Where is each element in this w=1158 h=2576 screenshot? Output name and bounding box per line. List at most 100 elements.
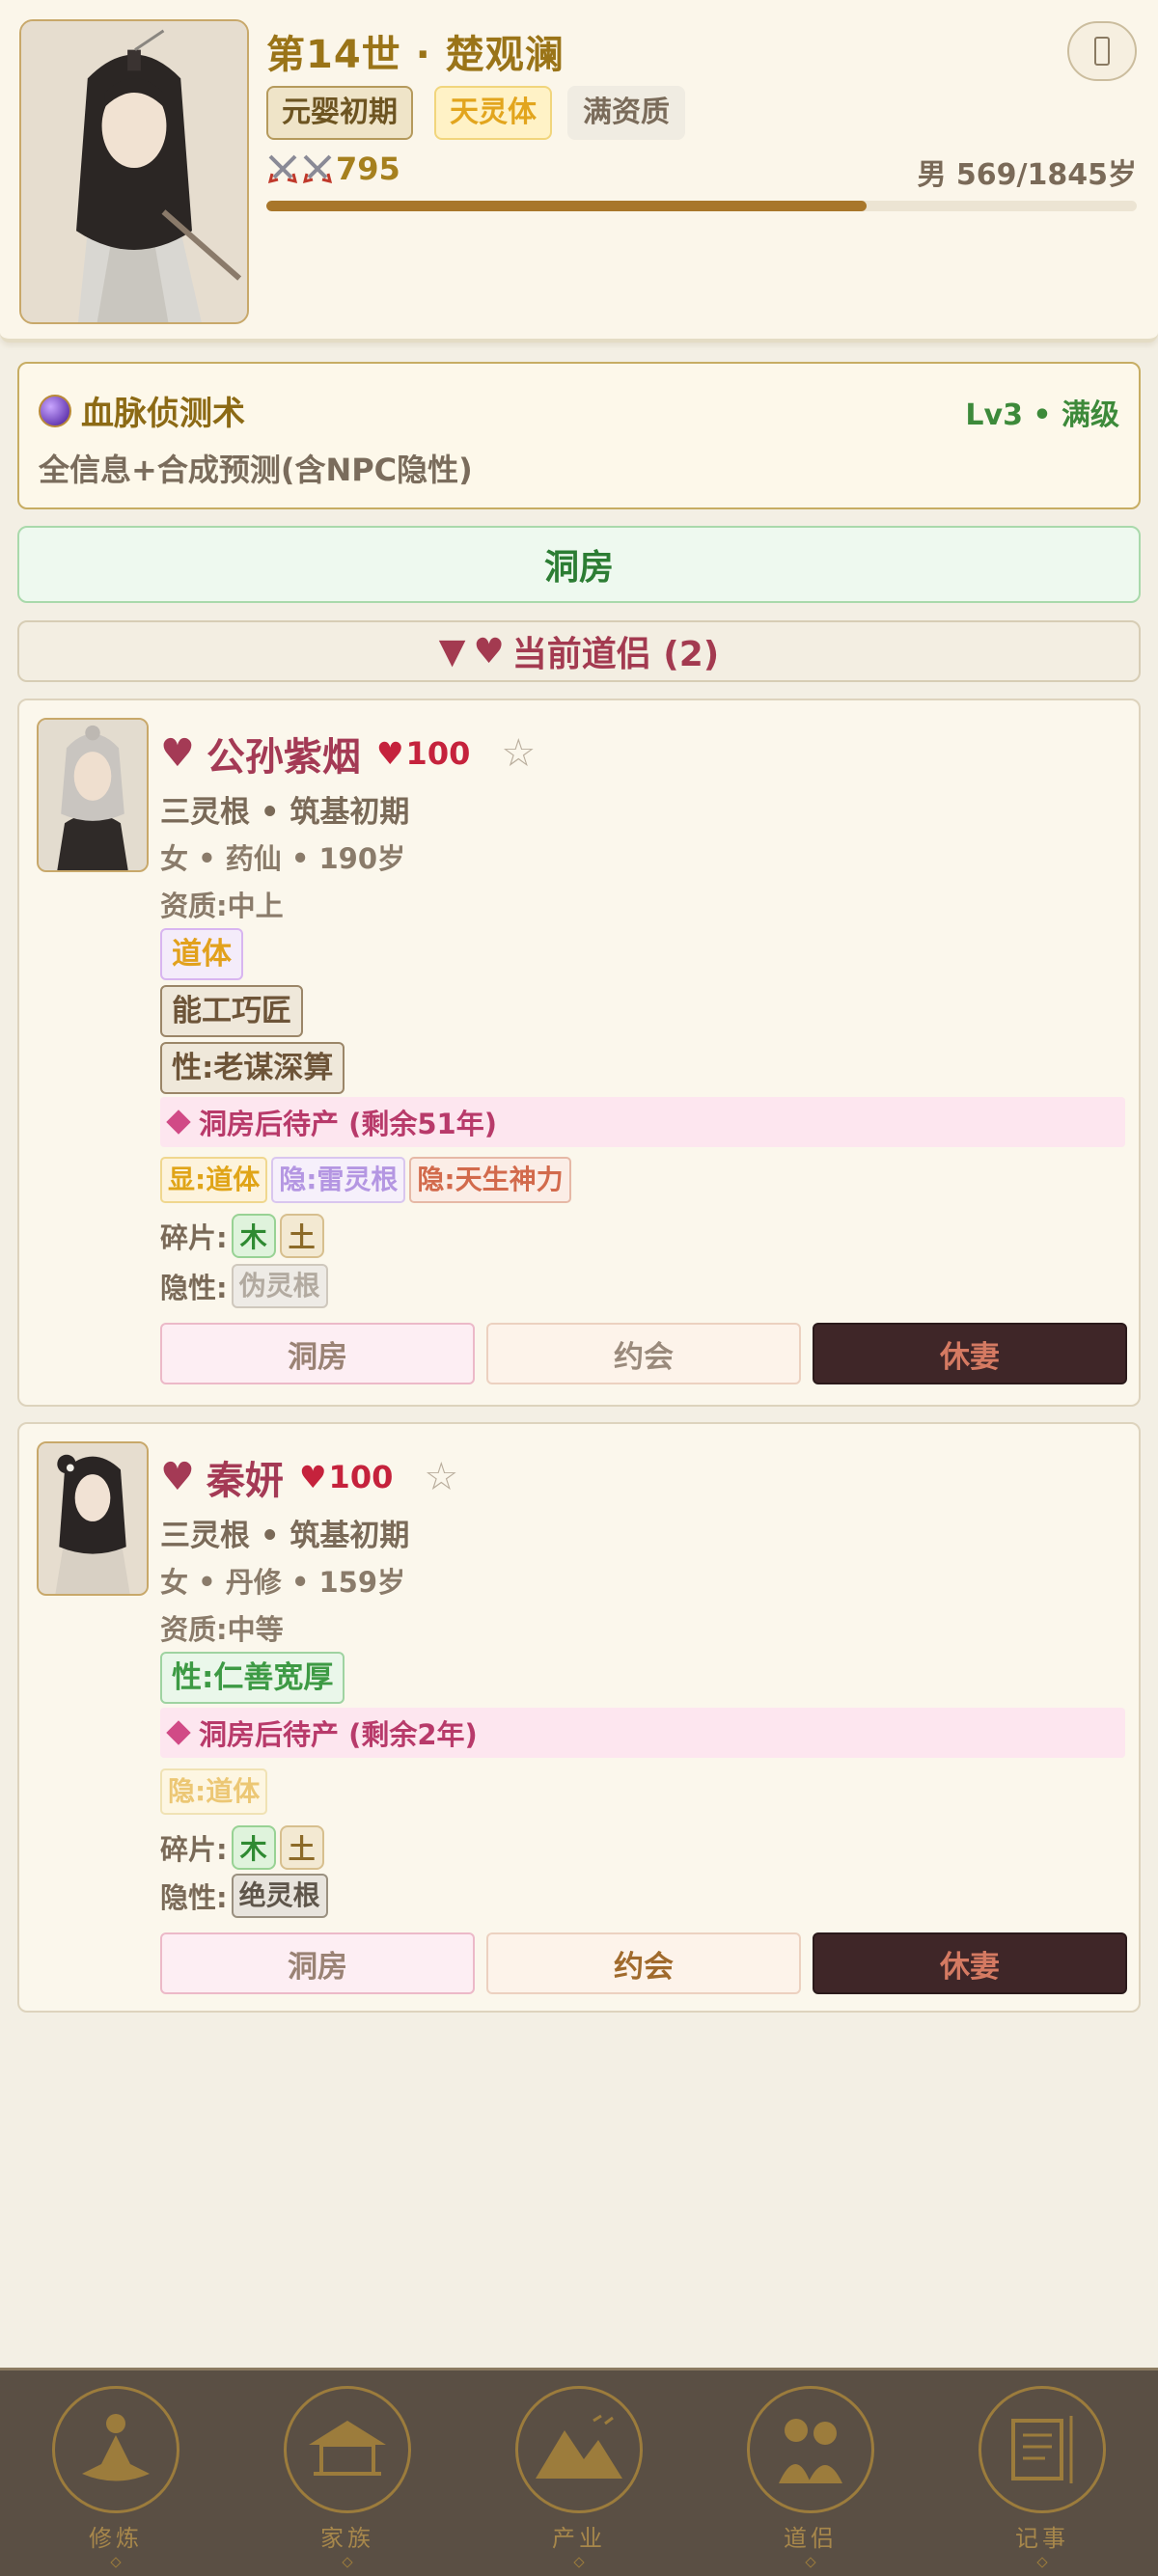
affection: ♥ 100: [376, 735, 470, 772]
hidden-root-badge: 伪灵根: [231, 1264, 328, 1308]
hero-portrait[interactable]: [19, 19, 249, 324]
skill-panel: 血脉侦测术 Lv3 • 满级 全信息+合成预测(含NPC隐性): [17, 362, 1141, 509]
skill-level: Lv3 • 满级: [965, 398, 1119, 432]
crystal-orb-icon: [39, 394, 71, 427]
partner-actions: 洞房 约会 休妻: [160, 1932, 1127, 1994]
pregnancy-status-text: 洞房后待产 (剩余2年): [199, 1718, 478, 1751]
body-type-badge: 天灵体: [434, 86, 552, 140]
pregnancy-status: 洞房后待产 (剩余51年): [160, 1097, 1125, 1147]
book-icon: [1094, 37, 1110, 66]
partner-roots-realm: 三灵根 • 筑基初期: [160, 795, 410, 830]
skill-description: 全信息+合成预测(含NPC隐性): [39, 452, 473, 488]
partner-tag: 能工巧匠: [160, 985, 303, 1037]
partner-name-row: ♥ 秦妍 ♥ 100 ☆: [160, 1449, 458, 1505]
bottom-nav: 修炼 家族 产业 道侣 记事: [0, 2368, 1158, 2576]
fragments-label: 碎片:: [160, 1833, 228, 1866]
pregnancy-status: 洞房后待产 (剩余2年): [160, 1708, 1125, 1758]
partner-portrait[interactable]: [37, 1441, 149, 1596]
nav-family[interactable]: 家族: [270, 2376, 425, 2568]
trait-badge: 隐:雷灵根: [271, 1157, 406, 1203]
partners-section-toggle[interactable]: ▼ ♥ 当前道侣 (2): [17, 620, 1141, 682]
hidden-root-badge: 绝灵根: [231, 1874, 328, 1918]
partner-card: ♥ 秦妍 ♥ 100 ☆ 三灵根 • 筑基初期 女 • 丹修 • 159岁 资质:…: [17, 1422, 1141, 2013]
menu-button[interactable]: [1067, 21, 1137, 81]
nav-dot: [805, 2557, 816, 2568]
nav-label: 记事: [1015, 2525, 1069, 2552]
hidden-root-row: 隐性: 伪灵根: [160, 1264, 328, 1308]
element-earth: 土: [279, 1825, 324, 1870]
trait-row: 显:道体 隐:雷灵根 隐:天生神力: [160, 1157, 571, 1203]
hidden-root-row: 隐性: 绝灵根: [160, 1874, 328, 1918]
skill-title: 血脉侦测术: [39, 387, 245, 434]
element-wood: 木: [231, 1825, 276, 1870]
affection-value: 100: [328, 1459, 394, 1495]
aptitude-badge: 满资质: [567, 86, 685, 140]
crossed-swords-icon: [267, 154, 298, 184]
nav-label: 道侣: [784, 2525, 838, 2552]
realm-badge: 元婴初期: [266, 86, 413, 140]
crossed-swords-icon: [302, 154, 333, 184]
heart-icon: ♥: [160, 731, 195, 776]
trait-badge: 隐:道体: [160, 1768, 268, 1815]
nav-partners[interactable]: 道侣: [733, 2376, 888, 2568]
pregnancy-status-text: 洞房后待产 (剩余51年): [199, 1108, 497, 1140]
date-button[interactable]: 约会: [486, 1932, 801, 1994]
fragments-row: 碎片: 木 土: [160, 1214, 324, 1258]
hidden-label: 隐性:: [160, 1272, 228, 1304]
partner-portrait[interactable]: [37, 718, 149, 872]
divorce-button[interactable]: 休妻: [813, 1932, 1127, 1994]
date-button[interactable]: 约会: [486, 1323, 801, 1384]
element-wood: 木: [231, 1214, 276, 1258]
star-icon[interactable]: ☆: [501, 731, 536, 776]
fragments-label: 碎片:: [160, 1221, 228, 1254]
partner-info: 女 • 丹修 • 159岁: [160, 1566, 405, 1599]
bridal-chamber-button[interactable]: 洞房: [17, 526, 1141, 603]
red-heart-icon: ♥: [298, 1459, 327, 1495]
heart-icon: ♥: [473, 631, 505, 671]
affection: ♥ 100: [299, 1459, 393, 1495]
partner-tag: 道体: [160, 928, 243, 980]
bridal-chamber-button[interactable]: 洞房: [160, 1323, 475, 1384]
affection-value: 100: [405, 735, 471, 772]
nav-dot: [110, 2557, 122, 2568]
nav-cultivation[interactable]: 修炼: [39, 2376, 193, 2568]
nav-industry[interactable]: 产业: [502, 2376, 656, 2568]
nav-records[interactable]: 记事: [965, 2376, 1119, 2568]
skill-name: 血脉侦测术: [81, 395, 245, 433]
pavilion-icon: [284, 2386, 411, 2513]
combat-power: 795: [266, 151, 400, 187]
triangle-down-icon: ▼: [438, 631, 466, 671]
section-title: 当前道侣 (2): [511, 635, 720, 674]
power-value: 795: [336, 151, 400, 187]
nav-label: 家族: [320, 2525, 374, 2552]
nav-dot: [573, 2557, 585, 2568]
heart-icon: ♥: [160, 1455, 195, 1499]
element-earth: 土: [279, 1214, 324, 1258]
partner-tag: 性:仁善宽厚: [160, 1652, 345, 1704]
partner-aptitude: 资质:中等: [160, 1613, 284, 1646]
partner-roots-realm: 三灵根 • 筑基初期: [160, 1519, 410, 1553]
mountain-icon: [515, 2386, 643, 2513]
character-header: 第14世 · 楚观澜 元婴初期 天灵体 满资质 795 男 569/1845岁: [0, 0, 1158, 343]
nav-dot: [1036, 2557, 1048, 2568]
partner-tag: 性:老谋深算: [160, 1042, 345, 1094]
lifespan-progress-fill: [266, 201, 868, 211]
star-icon[interactable]: ☆: [424, 1455, 458, 1499]
trait-badge: 显:道体: [160, 1157, 268, 1203]
age-lifespan: 男 569/1845岁: [917, 158, 1137, 192]
trait-badge: 隐:天生神力: [409, 1157, 571, 1203]
bridal-chamber-button[interactable]: 洞房: [160, 1932, 475, 1994]
partner-name-row: ♥ 公孙紫烟 ♥ 100 ☆: [160, 726, 536, 781]
lifespan-progress-bar: [266, 201, 1137, 211]
red-heart-icon: ♥: [375, 735, 404, 772]
partner-info: 女 • 药仙 • 190岁: [160, 842, 405, 875]
divorce-button[interactable]: 休妻: [813, 1323, 1127, 1384]
hero-name: 第14世 · 楚观澜: [266, 33, 565, 77]
diamond-icon: [166, 1720, 191, 1745]
partner-name: 公孙紫烟: [206, 735, 361, 780]
partner-aptitude: 资质:中上: [160, 890, 284, 922]
partner-name: 秦妍: [206, 1459, 284, 1503]
scroll-icon: [979, 2386, 1106, 2513]
couple-icon: [747, 2386, 874, 2513]
trait-row: 隐:道体: [160, 1768, 268, 1815]
